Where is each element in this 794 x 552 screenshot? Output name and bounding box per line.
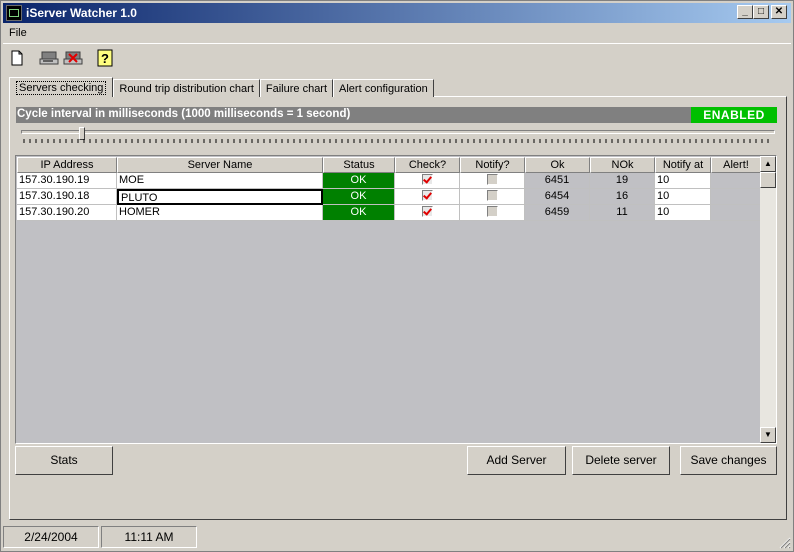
notify-checkbox[interactable] — [486, 173, 498, 185]
maximize-button[interactable]: □ — [753, 5, 769, 19]
ok-cell: 6454 — [525, 189, 590, 205]
check-cell — [395, 205, 460, 221]
slider-ticks — [23, 139, 769, 143]
column-ip-address[interactable]: IP Address — [17, 157, 117, 173]
notify-checkbox[interactable] — [486, 189, 498, 201]
grid-header: IP Address Server Name Status Check? Not… — [17, 157, 761, 173]
notify-at-cell[interactable]: 10 — [655, 205, 711, 221]
status-cell: OK — [323, 205, 395, 221]
column-alert[interactable]: Alert! — [711, 157, 761, 173]
column-notify[interactable]: Notify? — [460, 157, 525, 173]
app-icon — [6, 5, 22, 21]
delete-server-icon[interactable] — [61, 46, 85, 70]
cycle-interval-label: Cycle interval in milliseconds (1000 mil… — [17, 108, 351, 120]
window-controls: _ □ ✕ — [737, 5, 787, 19]
delete-server-button[interactable]: Delete server — [572, 446, 670, 475]
scroll-down-icon[interactable]: ▼ — [760, 427, 776, 443]
ok-cell: 6459 — [525, 205, 590, 221]
enabled-badge[interactable]: ENABLED — [691, 107, 777, 123]
title-bar: iServer Watcher 1.0 _ □ ✕ — [3, 3, 791, 23]
check-cell — [395, 173, 460, 189]
column-server-name[interactable]: Server Name — [117, 157, 323, 173]
status-cell: OK — [323, 189, 395, 205]
status-date: 2/24/2004 — [3, 526, 99, 548]
server-name-cell[interactable]: MOE — [117, 173, 323, 189]
table-row[interactable]: 157.30.190.18 PLUTO OK 6454 16 10 — [17, 189, 761, 205]
notify-cell — [460, 205, 525, 221]
app-window: iServer Watcher 1.0 _ □ ✕ File ? Servers… — [0, 0, 794, 552]
nok-cell: 11 — [590, 205, 655, 221]
table-row[interactable]: 157.30.190.19 MOE OK 6451 19 10 — [17, 173, 761, 189]
notify-cell — [460, 173, 525, 189]
column-nok[interactable]: NOk — [590, 157, 655, 173]
server-icon[interactable] — [37, 46, 61, 70]
status-bar: 2/24/2004 11:11 AM — [3, 525, 791, 549]
cycle-interval-slider[interactable] — [21, 130, 775, 134]
cycle-interval-bar: Cycle interval in milliseconds (1000 mil… — [16, 107, 777, 123]
save-changes-button[interactable]: Save changes — [680, 446, 777, 475]
tab-strip: Servers checking Round trip distribution… — [9, 77, 434, 97]
vertical-scrollbar[interactable]: ▲ ▼ — [760, 156, 776, 443]
add-server-button[interactable]: Add Server — [467, 446, 566, 475]
notify-at-cell[interactable]: 10 — [655, 173, 711, 189]
ip-cell[interactable]: 157.30.190.20 — [17, 205, 117, 221]
tab-alert-configuration[interactable]: Alert configuration — [333, 79, 434, 97]
check-checkbox[interactable] — [421, 189, 433, 201]
stats-button[interactable]: Stats — [15, 446, 113, 475]
resize-grip-icon[interactable] — [779, 537, 791, 549]
ip-cell[interactable]: 157.30.190.19 — [17, 173, 117, 189]
help-icon[interactable]: ? — [93, 46, 117, 70]
status-cell: OK — [323, 173, 395, 189]
nok-cell: 16 — [590, 189, 655, 205]
notify-cell — [460, 189, 525, 205]
nok-cell: 19 — [590, 173, 655, 189]
minimize-button[interactable]: _ — [737, 5, 753, 19]
scroll-thumb[interactable] — [760, 172, 776, 188]
servers-grid: IP Address Server Name Status Check? Not… — [15, 155, 777, 444]
new-document-icon[interactable] — [5, 46, 29, 70]
menu-file[interactable]: File — [3, 27, 33, 39]
alert-cell — [711, 205, 761, 221]
status-time: 11:11 AM — [101, 526, 197, 548]
check-checkbox[interactable] — [421, 173, 433, 185]
check-cell — [395, 189, 460, 205]
tab-servers-checking[interactable]: Servers checking — [9, 77, 114, 97]
tab-failure-chart[interactable]: Failure chart — [259, 79, 334, 97]
ip-cell[interactable]: 157.30.190.18 — [17, 189, 117, 205]
notify-checkbox[interactable] — [486, 205, 498, 217]
server-name-cell[interactable]: PLUTO — [117, 189, 323, 205]
table-row[interactable]: 157.30.190.20 HOMER OK 6459 11 10 — [17, 205, 761, 221]
notify-at-cell[interactable]: 10 — [655, 189, 711, 205]
window-title: iServer Watcher 1.0 — [26, 6, 137, 20]
check-checkbox[interactable] — [421, 205, 433, 217]
menu-bar: File — [3, 23, 791, 42]
tab-round-trip-chart[interactable]: Round trip distribution chart — [113, 79, 260, 97]
column-ok[interactable]: Ok — [525, 157, 590, 173]
close-button[interactable]: ✕ — [771, 5, 787, 19]
column-notify-at[interactable]: Notify at — [655, 157, 711, 173]
column-check[interactable]: Check? — [395, 157, 460, 173]
scroll-up-icon[interactable]: ▲ — [760, 156, 776, 172]
server-name-cell[interactable]: HOMER — [117, 205, 323, 221]
ok-cell: 6451 — [525, 173, 590, 189]
toolbar: ? — [3, 43, 791, 71]
svg-text:?: ? — [101, 51, 109, 66]
column-status[interactable]: Status — [323, 157, 395, 173]
alert-cell — [711, 173, 761, 189]
alert-cell — [711, 189, 761, 205]
